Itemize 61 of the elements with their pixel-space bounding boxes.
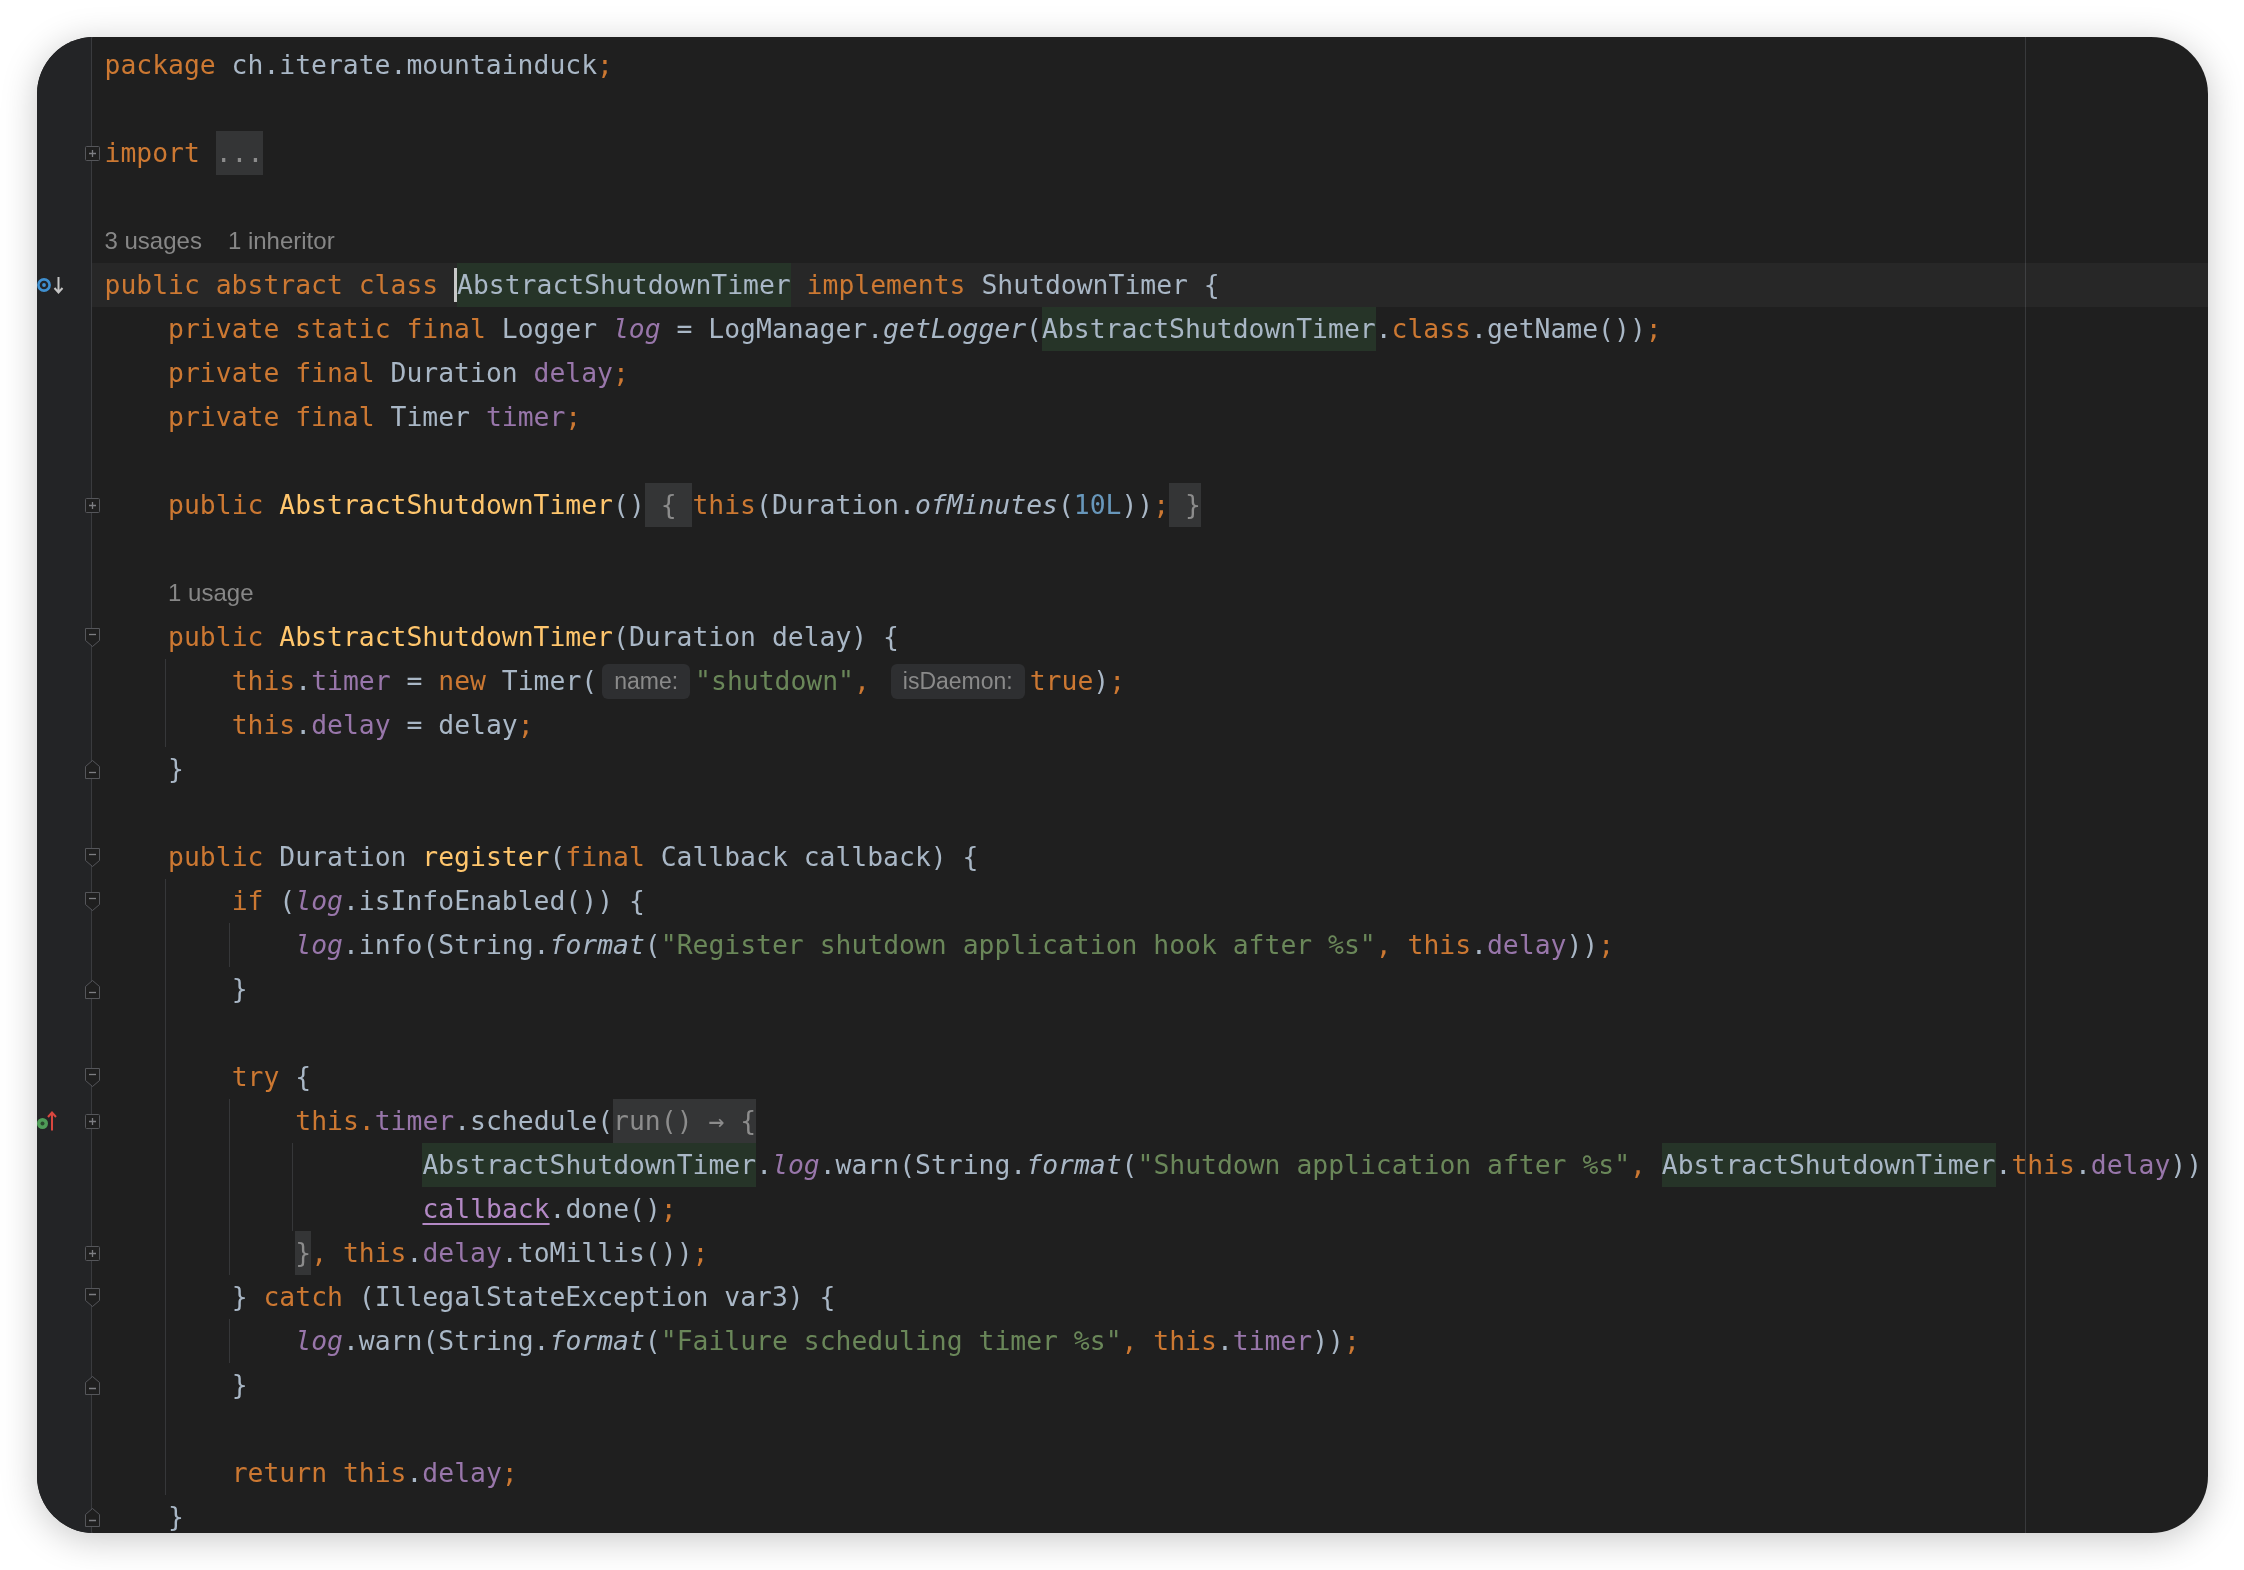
- fold-plus-icon[interactable]: [84, 1113, 100, 1129]
- code-text: private final Duration delay;: [168, 357, 629, 389]
- highlighted-identifier: AbstractShutdownTimer: [457, 263, 791, 307]
- fold-minus-up-icon[interactable]: [84, 979, 100, 999]
- code-text: }: [168, 1501, 184, 1533]
- code-text: package ch.iterate.mountainduck;: [104, 49, 613, 81]
- fold-plus-icon[interactable]: [84, 145, 100, 161]
- highlighted-identifier: AbstractShutdownTimer: [1042, 307, 1376, 351]
- code-text: callback.done();: [422, 1193, 677, 1225]
- code-text: import: [104, 137, 201, 169]
- folded-code[interactable]: {: [644, 483, 693, 527]
- code-text: public AbstractShutdownTimer(): [168, 489, 645, 521]
- code-text: }: [231, 1369, 248, 1401]
- code-text: try {: [231, 1061, 312, 1093]
- code-text: .this.delay)): [1995, 1149, 2203, 1181]
- code-text: if (log.isInfoEnabled()) {: [231, 885, 645, 917]
- code-text: this.timer = new Timer(: [231, 665, 598, 697]
- code-text: log.warn(String.format("Failure scheduling timer %s", this.timer));: [295, 1325, 1360, 1357]
- code-vision-link[interactable]: 1 usage: [168, 577, 254, 609]
- folded-code[interactable]: ...: [215, 131, 264, 175]
- fold-minus-down-icon[interactable]: [84, 1287, 100, 1307]
- code-text: private final Timer timer;: [168, 401, 582, 433]
- fold-plus-icon[interactable]: [84, 497, 100, 513]
- code-text: .class.getName());: [1375, 313, 1662, 345]
- parameter-hint: name:: [602, 663, 691, 699]
- code-vision-link[interactable]: 1 inheritor: [227, 225, 335, 257]
- folded-code[interactable]: }: [295, 1231, 312, 1275]
- fold-minus-up-icon[interactable]: [84, 1507, 100, 1527]
- target-down-arrow-icon[interactable]: [37, 276, 64, 294]
- code-text: }: [231, 973, 248, 1005]
- code-text: } catch (IllegalStateException var3) {: [231, 1281, 836, 1313]
- code-text: true);: [1029, 665, 1126, 697]
- code-text: }: [168, 753, 184, 785]
- code-text: implements ShutdownTimer {: [805, 269, 1220, 301]
- text-cursor-icon: [454, 268, 458, 302]
- code-text: , this.delay.toMillis());: [311, 1237, 709, 1269]
- fold-minus-down-icon[interactable]: [84, 1067, 100, 1087]
- fold-minus-up-icon[interactable]: [84, 759, 100, 779]
- fold-minus-down-icon[interactable]: [84, 627, 100, 647]
- code-text: return this.delay;: [231, 1457, 518, 1489]
- code-text: .log.warn(String.format("Shutdown application after %s",: [756, 1149, 1647, 1181]
- folded-code[interactable]: run() → {: [613, 1099, 757, 1143]
- fold-minus-down-icon[interactable]: [84, 847, 100, 867]
- code-text: "shutdown",: [695, 665, 871, 697]
- code-vision-link[interactable]: 3 usages: [104, 225, 202, 257]
- code-text: this.timer.schedule(: [295, 1105, 614, 1137]
- fold-minus-up-icon[interactable]: [84, 1375, 100, 1395]
- code-text: public Duration register(final Callback callback) {: [168, 841, 979, 873]
- highlighted-identifier: AbstractShutdownTimer: [1661, 1143, 1996, 1187]
- folded-code[interactable]: }: [1169, 483, 1201, 527]
- code-text: this(Duration.ofMinutes(10L));: [692, 489, 1170, 521]
- highlighted-identifier: AbstractShutdownTimer: [422, 1143, 757, 1187]
- code-text: this.delay = delay;: [231, 709, 534, 741]
- dot-up-arrow-icon[interactable]: [37, 1111, 57, 1131]
- code-text: log.info(String.format("Register shutdown application hook after %s", this.delay));: [295, 929, 1615, 961]
- code-text: private static final Logger log = LogManager.getLogger(: [168, 313, 1042, 345]
- code-text: public abstract class: [104, 269, 440, 301]
- fold-plus-icon[interactable]: [84, 1245, 100, 1261]
- fold-minus-down-icon[interactable]: [84, 891, 100, 911]
- parameter-hint: isDaemon:: [890, 663, 1025, 699]
- code-text: public AbstractShutdownTimer(Duration delay) {: [168, 621, 899, 653]
